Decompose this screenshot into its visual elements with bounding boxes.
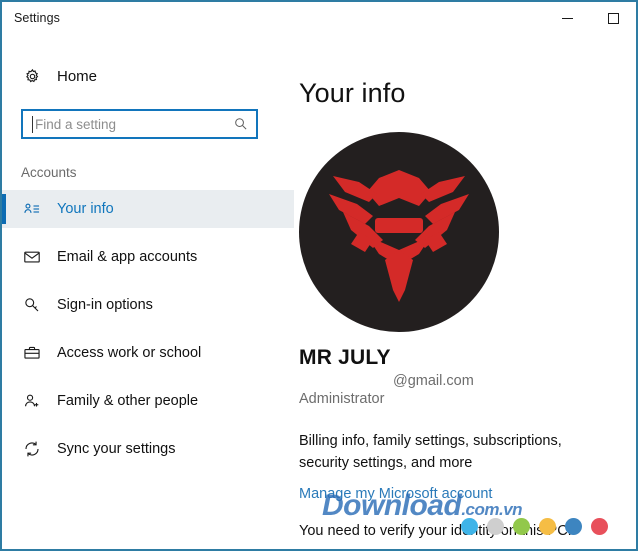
settings-window: Settings Home Find a setting Accounts Yo… xyxy=(0,0,638,551)
sidebar-item-family-other-people[interactable]: Family & other people xyxy=(2,382,294,420)
account-role: Administrator xyxy=(299,391,385,407)
dot-yellow xyxy=(539,518,556,535)
sidebar: Home Accounts xyxy=(2,34,294,549)
dot-light-blue xyxy=(461,518,478,535)
sidebar-item-email-app-accounts[interactable]: Email & app accounts xyxy=(2,238,294,276)
search-icon[interactable] xyxy=(233,116,248,136)
sidebar-item-your-info[interactable]: Your info xyxy=(2,190,294,228)
title-bar[interactable]: Settings xyxy=(2,2,636,34)
maximize-icon xyxy=(607,12,619,24)
sidebar-item-home[interactable]: Home xyxy=(2,56,294,96)
dot-blue xyxy=(565,518,582,535)
envelope-icon xyxy=(21,248,43,266)
search-box[interactable] xyxy=(21,109,258,139)
key-icon xyxy=(21,296,43,314)
search-input[interactable] xyxy=(23,110,227,138)
sidebar-nav: Your info Email & app accounts Sign-in o… xyxy=(2,190,294,468)
user-avatar[interactable] xyxy=(299,132,499,332)
maximize-button[interactable] xyxy=(590,2,636,34)
window-title: Settings xyxy=(14,11,60,25)
sidebar-item-sync-your-settings[interactable]: Sync your settings xyxy=(2,430,294,468)
color-dots xyxy=(461,518,608,535)
sidebar-item-access-work-or-school[interactable]: Access work or school xyxy=(2,334,294,372)
window-controls xyxy=(544,2,636,34)
sidebar-item-label: Sync your settings xyxy=(57,441,176,457)
minimize-button[interactable] xyxy=(544,2,590,34)
user-details-icon xyxy=(21,200,43,218)
dot-green xyxy=(513,518,530,535)
dot-red xyxy=(591,518,608,535)
sidebar-item-label: Email & app accounts xyxy=(57,249,198,265)
text-caret xyxy=(32,116,33,133)
red-winged-emblem xyxy=(329,170,469,302)
manage-microsoft-account-link[interactable]: Manage my Microsoft account xyxy=(299,486,492,502)
sidebar-item-label: Your info xyxy=(57,201,114,217)
gear-icon xyxy=(21,68,43,85)
dot-gray xyxy=(487,518,504,535)
watermark-tld: .com.vn xyxy=(461,500,523,519)
window-body: Home Accounts xyxy=(2,34,636,549)
sidebar-item-label: Sign-in options xyxy=(57,297,153,313)
sidebar-item-label: Access work or school xyxy=(57,345,202,361)
minimize-icon xyxy=(561,17,573,19)
billing-info-text: Billing info, family settings, subscript… xyxy=(299,433,562,471)
sync-icon xyxy=(21,440,43,458)
sidebar-item-sign-in-options[interactable]: Sign-in options xyxy=(2,286,294,324)
main-panel: Your info MR JULY @gmail.com Administrat… xyxy=(294,34,636,549)
account-email: @gmail.com xyxy=(393,373,474,389)
sidebar-section-label: Accounts xyxy=(21,165,77,180)
sidebar-home-label: Home xyxy=(57,67,98,85)
add-user-icon xyxy=(21,392,43,410)
account-name: MR JULY xyxy=(299,346,391,369)
sidebar-item-label: Family & other people xyxy=(57,393,199,409)
page-title: Your info xyxy=(299,78,406,108)
briefcase-icon xyxy=(21,344,43,362)
